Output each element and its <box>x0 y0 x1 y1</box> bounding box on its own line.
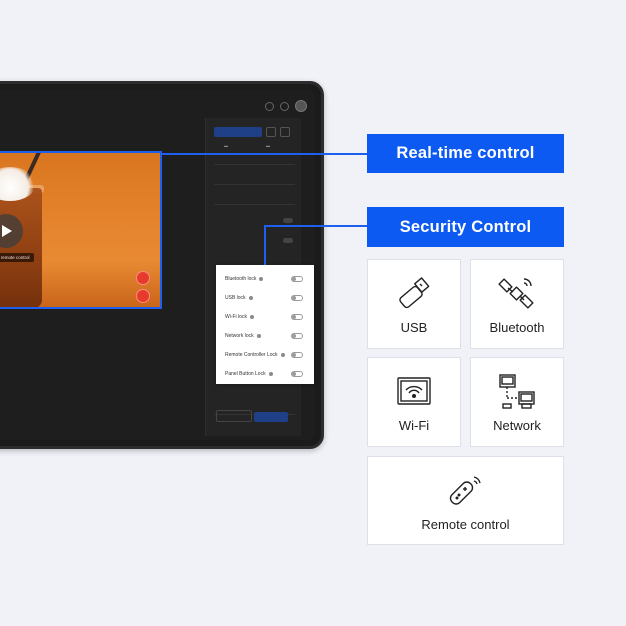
bluetooth-lock-toggle[interactable] <box>291 276 303 282</box>
wifi-card: Wi-Fi <box>367 357 461 447</box>
lock-row-usb: USB lock <box>225 293 303 303</box>
remote-video-frame[interactable]: Start remote control <box>0 151 162 309</box>
drink-glass-image <box>0 188 42 307</box>
usb-label: USB <box>400 320 428 335</box>
avatar[interactable] <box>295 100 307 112</box>
info-icon[interactable] <box>280 353 285 357</box>
network-icon <box>499 374 535 409</box>
network-label: Network <box>493 418 541 433</box>
realtime-connector-line <box>162 153 367 155</box>
network-card: Network <box>470 357 564 447</box>
panel-field[interactable] <box>214 178 295 185</box>
usb-card: USB <box>367 259 461 349</box>
info-icon[interactable] <box>256 334 261 338</box>
usb-lock-toggle[interactable] <box>291 295 303 301</box>
panel-toggle[interactable] <box>283 238 293 243</box>
notification-icon[interactable] <box>280 101 289 111</box>
panel-field[interactable] <box>214 158 295 165</box>
refresh-icon[interactable] <box>266 127 276 137</box>
network-lock-toggle[interactable] <box>291 333 303 339</box>
capture-button[interactable] <box>136 289 150 303</box>
panel-field[interactable] <box>214 198 295 205</box>
lock-row-network: Network lock <box>225 331 303 341</box>
remote-control-card: Remote control <box>367 456 564 545</box>
start-remote-control-label[interactable]: Start remote control <box>0 253 34 262</box>
settings-icon[interactable] <box>265 101 274 111</box>
play-icon <box>2 225 12 237</box>
lock-label: Bluetooth lock <box>225 276 257 282</box>
remote-control-icon <box>449 476 481 505</box>
panel-toggle[interactable] <box>283 218 293 223</box>
lock-label: USB lock <box>225 295 246 301</box>
security-connector-line-vertical <box>264 225 266 265</box>
realtime-control-callout: Real-time control <box>367 134 564 173</box>
wifi-lock-toggle[interactable] <box>291 314 303 320</box>
lock-label: Wi-Fi lock <box>225 314 247 320</box>
info-icon[interactable] <box>268 372 273 376</box>
info-icon[interactable] <box>248 296 253 300</box>
panel-primary-button[interactable] <box>214 127 262 137</box>
remote-control-label: Remote control <box>421 517 510 532</box>
security-connector-line <box>264 225 367 227</box>
bluetooth-satellite-icon <box>498 278 534 309</box>
record-button[interactable] <box>136 271 150 285</box>
panel-ok-button[interactable] <box>254 412 288 422</box>
bluetooth-card: Bluetooth <box>470 259 564 349</box>
info-icon[interactable] <box>259 277 264 281</box>
lock-row-wifi: Wi-Fi lock <box>225 312 303 322</box>
remote-controller-lock-toggle[interactable] <box>291 352 303 358</box>
wifi-label: Wi-Fi <box>398 418 430 433</box>
panel-button-lock-toggle[interactable] <box>291 371 303 377</box>
security-lock-popup: Bluetooth lock USB lock Wi-Fi lock Netwo… <box>216 265 314 384</box>
panel-cancel-button[interactable] <box>216 410 252 422</box>
bluetooth-label: Bluetooth <box>489 320 545 335</box>
usb-icon <box>399 277 430 309</box>
lock-label: Remote Controller Lock <box>225 352 278 358</box>
tab-two[interactable]: ▬ <box>266 143 270 148</box>
wifi-icon <box>397 377 431 405</box>
lock-row-panel-button: Panel Button Lock <box>225 369 303 379</box>
tab-one[interactable]: ▬ <box>224 143 228 148</box>
lock-label: Panel Button Lock <box>225 371 266 377</box>
security-control-callout: Security Control <box>367 207 564 247</box>
lock-row-bluetooth: Bluetooth lock <box>225 274 303 284</box>
info-icon[interactable] <box>249 315 254 319</box>
top-toolbar <box>265 100 307 112</box>
lock-row-remote-controller: Remote Controller Lock <box>225 350 303 360</box>
lock-label: Network lock <box>225 333 254 339</box>
more-icon[interactable] <box>280 127 290 137</box>
